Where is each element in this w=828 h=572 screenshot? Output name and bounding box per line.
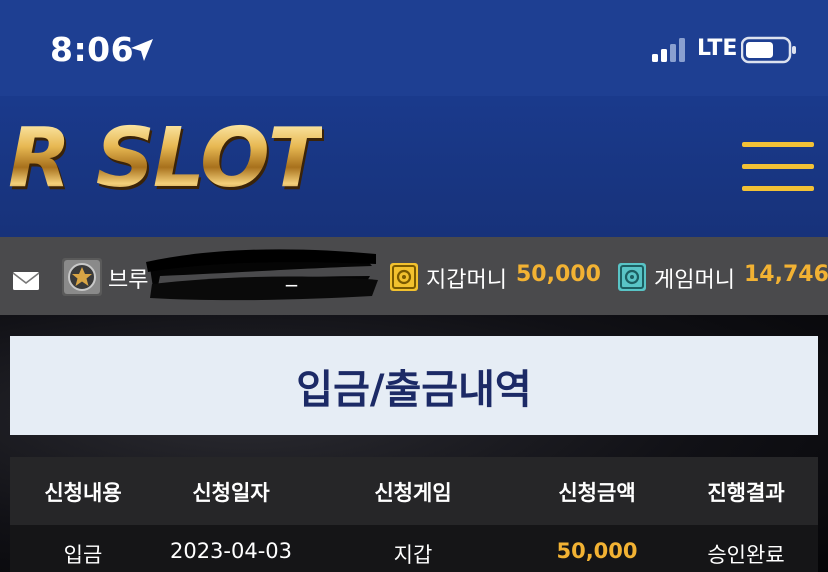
game-money-label: 게임머니: [654, 268, 735, 293]
game-money-amount: 14,746: [744, 262, 828, 287]
hamburger-menu-icon[interactable]: [742, 138, 816, 194]
wallet-money-amount: 50,000: [516, 262, 601, 287]
battery-icon: [741, 36, 796, 64]
site-logo[interactable]: R SLOT: [8, 118, 324, 200]
cell-request-game: 지갑: [393, 543, 433, 567]
cell-request-amount: 50,000: [556, 539, 638, 563]
history-table: 신청내용 신청일자 신청게임 신청금액 진행결과 입금 2023-04-03 지…: [10, 457, 818, 572]
page-title-box: 입금/출금내역: [10, 336, 818, 435]
username-tail: _: [286, 262, 297, 287]
network-type: LTE: [697, 36, 738, 61]
mail-icon[interactable]: [12, 271, 40, 291]
cell-request-type: 입금: [63, 543, 103, 567]
cell-request-date: 2023-04-03: [169, 539, 293, 563]
rank-badge-icon: [62, 258, 102, 296]
column-header-result: 진행결과: [707, 481, 785, 505]
table-row: 입금 2023-04-03 지갑 50,000 승인완료: [10, 525, 818, 572]
redaction-scribble: [146, 249, 378, 301]
page-title: 입금/출금내역: [296, 366, 532, 413]
column-header-request-game: 신청게임: [374, 481, 452, 505]
column-header-request-amount: 신청금액: [558, 481, 636, 505]
cellular-signal-icon: [652, 38, 685, 62]
wallet-safe-icon: [390, 263, 418, 291]
table-header-row: 신청내용 신청일자 신청게임 신청금액 진행결과: [10, 457, 818, 525]
site-header: R SLOT: [0, 96, 828, 237]
game-money-safe-icon: [618, 263, 646, 291]
column-header-request-type: 신청내용: [44, 481, 122, 505]
wallet-money-label: 지갑머니: [426, 268, 507, 293]
cell-result: 승인완료: [707, 543, 785, 567]
status-bar: 8:06 LTE: [0, 0, 828, 96]
clock: 8:06: [50, 30, 135, 69]
column-header-request-date: 신청일자: [192, 481, 270, 505]
location-arrow-icon: [131, 39, 153, 61]
